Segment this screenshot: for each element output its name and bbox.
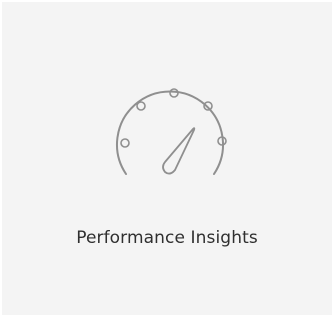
speedometer-icon: [102, 78, 238, 184]
performance-insights-tile[interactable]: Performance Insights: [2, 2, 332, 315]
tile-label: Performance Insights: [76, 228, 258, 248]
